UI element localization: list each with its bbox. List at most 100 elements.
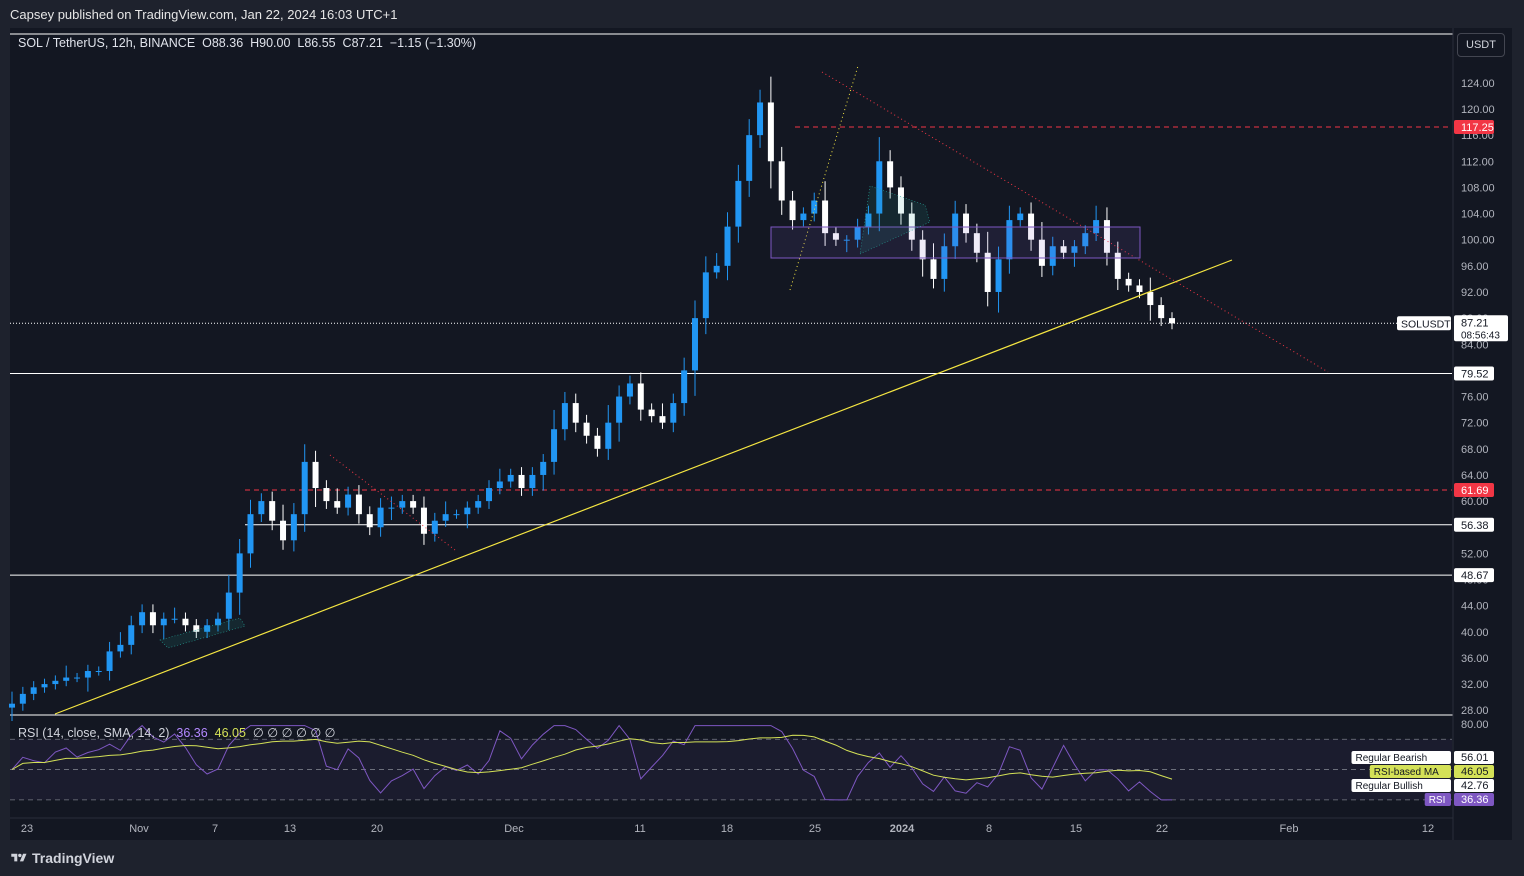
- candle-body: [171, 618, 178, 620]
- level-tag-label: 56.38: [1461, 520, 1489, 532]
- candle-body: [605, 422, 612, 449]
- candle-body: [1125, 278, 1132, 286]
- candle-body: [529, 474, 536, 489]
- rsi-label: RSI (14, close, SMA, 14, 2): [18, 726, 170, 740]
- candle-body: [1136, 285, 1143, 292]
- candle-body: [626, 383, 633, 397]
- candle-body: [1147, 291, 1154, 306]
- candle-body: [106, 651, 113, 672]
- y-tick-label: 68.00: [1461, 444, 1489, 456]
- change-value: −1.15 (−1.30%): [389, 36, 476, 50]
- candle-body: [1169, 318, 1175, 324]
- candle-body: [464, 507, 471, 515]
- price-chart-svg[interactable]: 124.00120.00116.00112.00108.00104.00100.…: [0, 0, 1524, 876]
- x-tick-label: 15: [1070, 823, 1082, 835]
- y-tick-label: 112.00: [1461, 156, 1494, 168]
- x-tick-label: 18: [721, 823, 733, 835]
- y-tick-label: 124.00: [1461, 78, 1495, 90]
- candle-body: [702, 272, 709, 319]
- x-tick-label: 12: [1422, 823, 1434, 835]
- candle-body: [41, 684, 48, 688]
- currency-button[interactable]: USDT: [1457, 33, 1505, 57]
- candle-body: [496, 481, 503, 489]
- level-tag-label: 48.67: [1461, 570, 1489, 582]
- candle-body: [410, 501, 417, 508]
- y-tick-label: 108.00: [1461, 182, 1495, 194]
- candle-body: [811, 200, 818, 214]
- x-tick-label: 7: [212, 823, 218, 835]
- candle-body: [355, 494, 362, 515]
- rsi-tag-value: 46.05: [1461, 766, 1489, 778]
- candle-body: [312, 461, 319, 489]
- candle-body: [561, 403, 568, 430]
- candle-body: [789, 200, 796, 221]
- rsi-tag-name: RSI-based MA: [1374, 767, 1439, 778]
- candle-body: [681, 370, 688, 404]
- level-tag-label: 61.69: [1461, 485, 1489, 497]
- x-tick-label: 25: [809, 823, 821, 835]
- x-tick-label: 11: [634, 823, 645, 835]
- candle-body: [930, 259, 937, 279]
- candle-body: [19, 693, 26, 704]
- ascending-trendline: [54, 259, 1233, 715]
- x-tick-label: Feb: [1280, 823, 1299, 835]
- candle-body: [95, 671, 102, 673]
- candle-body: [724, 226, 731, 266]
- level-tag-label: 79.52: [1461, 369, 1489, 381]
- candle-body: [63, 677, 70, 681]
- candle-body: [74, 677, 81, 679]
- y-tick-label: 92.00: [1461, 287, 1489, 299]
- rsi-tag-value: 36.36: [1461, 794, 1489, 806]
- candle-body: [887, 161, 894, 188]
- candle-body: [1158, 305, 1165, 319]
- open-value: 88.36: [211, 36, 244, 50]
- candle-body: [388, 507, 395, 509]
- x-tick-label: 20: [371, 823, 383, 835]
- symbol-legend: SOL / TetherUS, 12h, BINANCE O88.36 H90.…: [18, 36, 476, 50]
- footer-brand[interactable]: TradingView: [10, 850, 114, 866]
- candle-body: [984, 252, 991, 292]
- y-tick-label: 28.00: [1461, 705, 1489, 717]
- rsi-extras: ∅ ∅ ∅ ∅ ∅ ∅: [252, 726, 336, 740]
- open-label: O: [202, 36, 212, 50]
- bull-flag-channel: [159, 617, 246, 649]
- symbol-tag-label: SOLUSDT: [1401, 318, 1451, 330]
- candle-body: [616, 396, 623, 423]
- candle-body: [30, 687, 37, 694]
- y-tick-label: 44.00: [1461, 601, 1489, 613]
- footer-brand-text: TradingView: [32, 850, 115, 866]
- level-tag-label: 117.25: [1461, 122, 1494, 134]
- candle-body: [800, 213, 807, 221]
- candle-body: [431, 520, 438, 534]
- candle-body: [778, 161, 785, 201]
- x-tick-label: 23: [21, 823, 33, 835]
- rsi-tag-name: Regular Bullish: [1356, 781, 1423, 792]
- x-tick-label: 2024: [890, 823, 915, 835]
- candle-body: [767, 102, 774, 162]
- candle-body: [735, 180, 742, 227]
- y-tick-label: 100.00: [1461, 235, 1495, 247]
- x-tick-label: Nov: [129, 823, 149, 835]
- candle-body: [659, 416, 666, 423]
- low-value: 86.55: [304, 36, 336, 50]
- y-tick-label: 120.00: [1461, 104, 1495, 116]
- candle-body: [301, 461, 308, 515]
- candle-body: [583, 422, 590, 436]
- candle-body: [334, 501, 341, 508]
- candle-body: [236, 553, 243, 593]
- candle-body: [160, 618, 167, 626]
- x-tick-label: 8: [986, 823, 992, 835]
- rsi-value: 36.36: [176, 726, 208, 740]
- candle-body: [637, 383, 644, 410]
- candle-body: [540, 461, 547, 475]
- candle-body: [377, 507, 384, 528]
- candle-body: [247, 514, 254, 554]
- candle-body: [52, 680, 59, 685]
- candle-body: [475, 501, 482, 508]
- x-tick-label: 22: [1156, 823, 1168, 835]
- high-value: 90.00: [259, 36, 291, 50]
- candle-body: [139, 612, 146, 626]
- candle-body: [258, 501, 265, 515]
- candle-body: [225, 592, 232, 619]
- y-tick-label: 104.00: [1461, 209, 1495, 221]
